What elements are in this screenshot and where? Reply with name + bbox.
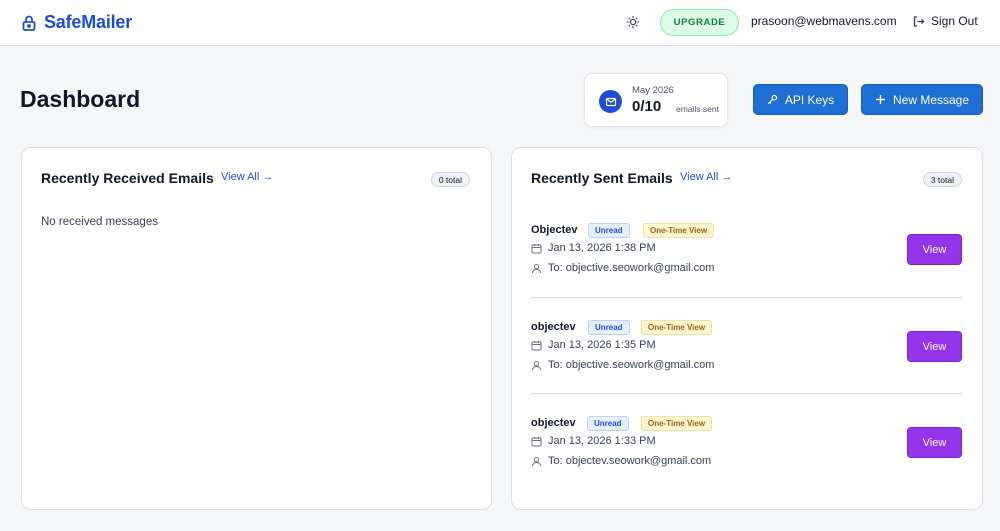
- sent-view-all-link[interactable]: View All →: [680, 171, 732, 183]
- view-email-button[interactable]: View: [907, 427, 962, 458]
- received-view-all-link[interactable]: View All →: [221, 171, 273, 183]
- email-date: Jan 13, 2026 1:33 PM: [548, 435, 656, 447]
- sent-email-item: objectev Unread One-Time View Jan 13, 20…: [531, 320, 963, 417]
- calendar-icon: [531, 340, 542, 351]
- email-recipient: To: objectev.seowork@gmail.com: [548, 455, 712, 467]
- sign-out-icon: [912, 15, 925, 28]
- email-date-row: Jan 13, 2026 1:38 PM: [531, 242, 656, 254]
- received-emails-panel: Recently Received Emails View All → 0 to…: [21, 147, 492, 510]
- calendar-icon: [531, 436, 542, 447]
- sun-icon: [626, 15, 640, 29]
- user-icon: [531, 456, 542, 467]
- email-date: Jan 13, 2026 1:35 PM: [548, 339, 656, 351]
- email-subject: objectev: [531, 417, 576, 429]
- api-keys-label: API Keys: [784, 92, 835, 107]
- email-date-row: Jan 13, 2026 1:33 PM: [531, 435, 656, 447]
- view-email-button[interactable]: View: [907, 331, 962, 362]
- page-title: Dashboard: [20, 86, 141, 112]
- email-recipient-row: To: objectev.seowork@gmail.com: [531, 455, 711, 467]
- brand-logo-link[interactable]: SafeMailer: [20, 12, 132, 33]
- email-recipient-row: To: objective.seowork@gmail.com: [531, 359, 714, 371]
- user-icon: [531, 360, 542, 371]
- key-icon: [767, 94, 778, 105]
- sent-panel-title: Recently Sent Emails: [531, 170, 673, 186]
- upgrade-button[interactable]: UPGRADE: [660, 9, 739, 36]
- unread-badge: Unread: [588, 223, 630, 238]
- new-message-label: New Message: [892, 92, 970, 107]
- email-divider: [531, 393, 963, 394]
- one-time-view-badge: One-Time View: [643, 223, 715, 238]
- api-keys-button[interactable]: API Keys: [753, 84, 848, 115]
- lock-icon: [20, 14, 38, 32]
- user-icon: [531, 263, 542, 274]
- one-time-view-badge: One-Time View: [641, 320, 713, 335]
- theme-toggle-button[interactable]: [624, 13, 642, 31]
- view-email-button[interactable]: View: [907, 234, 962, 265]
- unread-badge: Unread: [588, 320, 630, 335]
- email-recipient: To: objective.seowork@gmail.com: [548, 262, 715, 274]
- email-recipient: To: objective.seowork@gmail.com: [548, 359, 715, 371]
- email-recipient-row: To: objective.seowork@gmail.com: [531, 262, 714, 274]
- plus-icon: [875, 94, 886, 105]
- received-panel-title: Recently Received Emails: [41, 170, 214, 186]
- email-date: Jan 13, 2026 1:38 PM: [548, 242, 656, 254]
- email-divider: [531, 297, 963, 298]
- email-subject: objectev: [531, 321, 576, 333]
- calendar-icon: [531, 243, 542, 254]
- usage-month: May 2026: [632, 85, 674, 96]
- sign-out-label: Sign Out: [931, 14, 978, 28]
- usage-card: May 2026 0/10 emails sent: [584, 73, 728, 127]
- sent-count-badge: 3 total: [922, 172, 962, 187]
- received-empty-message: No received messages: [41, 216, 158, 228]
- usage-suffix: emails sent: [676, 104, 719, 114]
- usage-count: 0/10: [632, 98, 662, 115]
- sign-out-button[interactable]: Sign Out: [912, 14, 978, 28]
- one-time-view-badge: One-Time View: [641, 416, 713, 431]
- sent-emails-panel: Recently Sent Emails View All → 3 total …: [511, 147, 983, 510]
- new-message-button[interactable]: New Message: [861, 84, 983, 115]
- received-count-badge: 0 total: [430, 172, 470, 187]
- top-navbar: SafeMailer UPGRADE prasoon@webmavens.com…: [0, 0, 1000, 46]
- brand-name: SafeMailer: [44, 12, 133, 32]
- sent-email-item: Objectev Unread One-Time View Jan 13, 20…: [531, 223, 963, 320]
- user-email: prasoon@webmavens.com: [751, 14, 897, 28]
- email-date-row: Jan 13, 2026 1:35 PM: [531, 339, 656, 351]
- unread-badge: Unread: [587, 416, 629, 431]
- email-subject: Objectev: [531, 224, 578, 236]
- mail-icon: [599, 90, 622, 113]
- sent-email-item: objectev Unread One-Time View Jan 13, 20…: [531, 416, 963, 513]
